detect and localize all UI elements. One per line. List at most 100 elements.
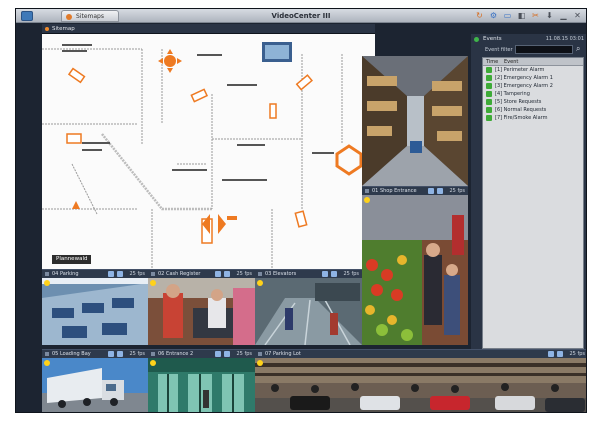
tab-label: Sitemaps xyxy=(76,13,104,20)
event-row[interactable]: [7] Fire/Smoke Alarm xyxy=(483,114,583,122)
event-row-label: [3] Emergency Alarm 2 xyxy=(495,83,553,89)
camera-icon[interactable]: ◧ xyxy=(517,11,526,20)
fullscreen-icon[interactable] xyxy=(117,271,123,277)
floorplan-drawing xyxy=(42,42,363,269)
event-filter-input[interactable] xyxy=(515,45,573,54)
sitemap-header: Sitemap xyxy=(42,24,375,34)
event-row[interactable]: [5] Store Requests xyxy=(483,98,583,106)
camera-header-elevators[interactable]: 03 Elevators 25 fps xyxy=(255,269,362,278)
snapshot-icon[interactable] xyxy=(215,351,221,357)
camera-header-parking-lot[interactable]: 07 Parking Lot 25 fps xyxy=(255,349,586,358)
camera-icon xyxy=(151,272,155,276)
fullscreen-icon[interactable] xyxy=(224,271,230,277)
event-row[interactable]: [6] Normal Requests xyxy=(483,106,583,114)
camera-title: 02 Cash Register xyxy=(158,271,201,277)
event-flag-icon xyxy=(486,83,492,89)
elevators-image xyxy=(255,278,362,345)
tab-sitemaps[interactable]: Sitemaps xyxy=(61,10,119,22)
video-shop-entrance[interactable] xyxy=(362,195,468,345)
snapshot-icon[interactable] xyxy=(108,351,114,357)
parking-lot-image xyxy=(255,358,586,412)
sitemap-icon xyxy=(45,27,49,31)
camera-header-cash-register[interactable]: 02 Cash Register 25 fps xyxy=(148,269,255,278)
events-title: Events xyxy=(483,36,502,42)
snapshot-icon[interactable] xyxy=(108,271,114,277)
camera-icon xyxy=(45,352,49,356)
events-table-header: Time Event xyxy=(483,58,583,66)
snapshot-icon[interactable] xyxy=(215,271,221,277)
event-flag-icon xyxy=(486,99,492,105)
app-window: Sitemaps VideoCenter III ↻ ⚙ ▭ ◧ ✂ ⬇ ▁ ✕… xyxy=(15,8,587,413)
download-icon[interactable]: ⬇ xyxy=(545,11,554,20)
camera-fps: 25 fps xyxy=(129,271,146,277)
fullscreen-icon[interactable] xyxy=(437,188,443,194)
event-row-label: [5] Store Requests xyxy=(495,99,542,105)
sitemap-floorplan[interactable]: Plannewald xyxy=(42,34,375,269)
camera-icon xyxy=(258,272,262,276)
video-entrance-2[interactable] xyxy=(148,358,255,412)
window-title: VideoCenter III xyxy=(271,12,331,20)
event-row[interactable]: [2] Emergency Alarm 1 xyxy=(483,74,583,82)
camera-icon xyxy=(151,352,155,356)
video-cash-register[interactable] xyxy=(148,278,255,345)
video-store-aisle[interactable] xyxy=(362,56,468,186)
snapshot-icon[interactable] xyxy=(548,351,554,357)
entrance-2-image xyxy=(148,358,255,412)
plugin-label[interactable]: Plannewald xyxy=(52,255,92,264)
search-icon[interactable]: ⌕ xyxy=(576,44,580,54)
app-menu-icon[interactable] xyxy=(21,11,33,21)
video-parking[interactable] xyxy=(42,278,148,345)
minimize-icon[interactable]: ▁ xyxy=(559,11,568,20)
settings-icon[interactable]: ⚙ xyxy=(489,11,498,20)
camera-title: 04 Parking xyxy=(52,271,79,277)
event-row-label: [6] Normal Requests xyxy=(495,107,547,113)
close-icon[interactable]: ✕ xyxy=(573,11,582,20)
event-row[interactable]: [4] Tampering xyxy=(483,90,583,98)
cut-icon[interactable]: ✂ xyxy=(531,11,540,20)
camera-header-shop-entrance[interactable]: 01 Shop Entrance 25 fps xyxy=(362,186,468,195)
events-datetime: 11.08.15 03:01 xyxy=(545,36,584,42)
camera-icon xyxy=(365,189,369,193)
camera-title: 03 Elevators xyxy=(265,271,297,277)
event-row[interactable]: [1] Perimeter Alarm xyxy=(483,66,583,74)
camera-icon xyxy=(258,352,262,356)
video-elevators[interactable] xyxy=(255,278,362,345)
fullscreen-icon[interactable] xyxy=(224,351,230,357)
plugin-label-text: Plannewald xyxy=(56,256,88,262)
toolbar-icons: ↻ ⚙ ▭ ◧ ✂ ⬇ ▁ ✕ xyxy=(475,11,582,21)
camera-title: 06 Entrance 2 xyxy=(158,351,194,357)
event-flag-icon xyxy=(486,75,492,81)
event-row-label: [7] Fire/Smoke Alarm xyxy=(495,115,548,121)
event-flag-icon xyxy=(486,115,492,121)
col-time[interactable]: Time xyxy=(483,58,501,65)
event-filter-label: Event filter xyxy=(485,47,513,53)
camera-fps: 25 fps xyxy=(129,351,146,357)
camera-fps: 25 fps xyxy=(449,188,466,194)
events-panel: Events 11.08.15 03:01 Event filter ⌕ Tim… xyxy=(471,34,586,354)
tab-icon xyxy=(66,14,72,20)
col-event[interactable]: Event xyxy=(501,58,518,65)
camera-fps: 25 fps xyxy=(569,351,586,357)
event-flag-icon xyxy=(486,107,492,113)
shop-entrance-image xyxy=(362,195,468,345)
monitor-icon[interactable]: ▭ xyxy=(503,11,512,20)
fullscreen-icon[interactable] xyxy=(117,351,123,357)
event-row-label: [2] Emergency Alarm 1 xyxy=(495,75,553,81)
camera-header-loading-bay[interactable]: 05 Loading Bay 25 fps xyxy=(42,349,148,358)
event-flag-icon xyxy=(486,91,492,97)
video-parking-lot[interactable] xyxy=(255,358,586,412)
video-loading-bay[interactable] xyxy=(42,358,148,412)
camera-title: 07 Parking Lot xyxy=(265,351,301,357)
event-row[interactable]: [3] Emergency Alarm 2 xyxy=(483,82,583,90)
event-row-label: [4] Tampering xyxy=(495,91,530,97)
camera-title: 05 Loading Bay xyxy=(52,351,91,357)
snapshot-icon[interactable] xyxy=(322,271,328,277)
camera-header-entrance-2[interactable]: 06 Entrance 2 25 fps xyxy=(148,349,255,358)
fullscreen-icon[interactable] xyxy=(331,271,337,277)
camera-title: 01 Shop Entrance xyxy=(372,188,417,194)
snapshot-icon[interactable] xyxy=(428,188,434,194)
camera-header-parking[interactable]: 04 Parking 25 fps xyxy=(42,269,148,278)
fullscreen-icon[interactable] xyxy=(557,351,563,357)
refresh-icon[interactable]: ↻ xyxy=(475,11,484,20)
events-status-icon xyxy=(474,37,479,42)
